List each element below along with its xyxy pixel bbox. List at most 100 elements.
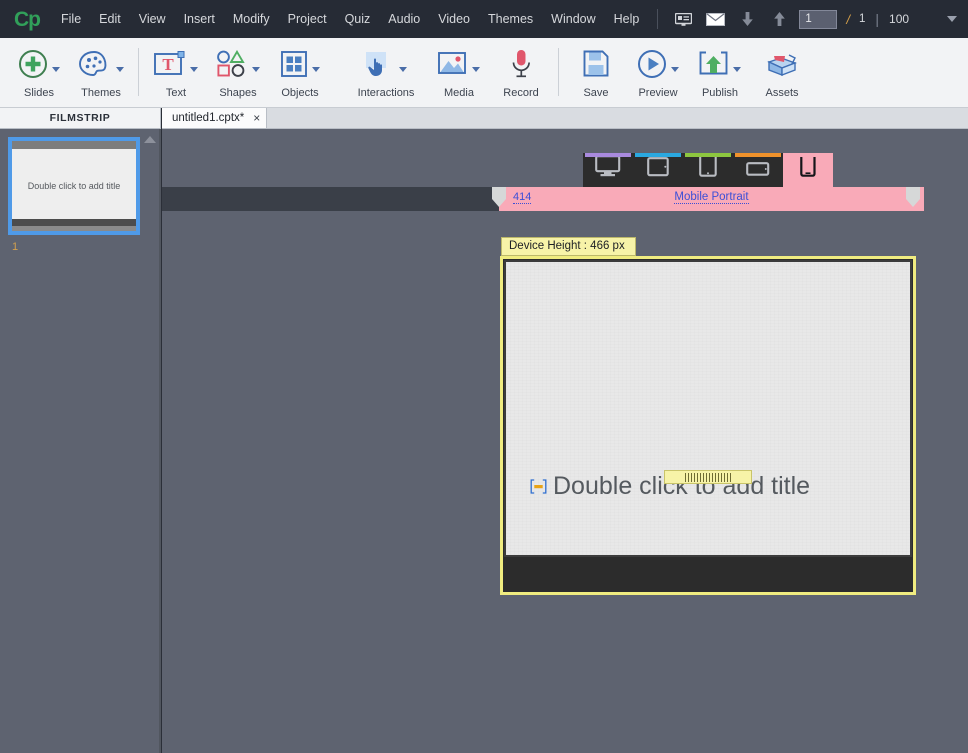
move-up-icon[interactable] [766, 8, 792, 30]
toolbar-label-text: Text [165, 87, 187, 99]
svg-text:T: T [162, 55, 174, 74]
menu-project[interactable]: Project [279, 6, 336, 32]
play-circle-icon [637, 49, 667, 84]
toolbar-label-publish: Publish [701, 87, 739, 99]
text-box-icon: T [154, 50, 186, 82]
menu-divider [657, 9, 659, 29]
tablet-portrait-icon [699, 154, 717, 182]
toolbar-button-slides[interactable]: Slides [8, 44, 70, 99]
resize-grip-icon [685, 472, 731, 482]
menu-help[interactable]: Help [605, 6, 649, 32]
toolbar-button-save[interactable]: Save [565, 44, 627, 99]
menu-insert[interactable]: Insert [175, 6, 224, 32]
toolbar-label-shapes: Shapes [219, 87, 257, 99]
workspace: FILMSTRIP Double click to add title 1 un… [0, 108, 968, 753]
breakpoint-button-desktop[interactable] [583, 153, 633, 187]
breakpoint-switcher [583, 153, 833, 187]
toolbar-button-themes[interactable]: Themes [70, 44, 132, 99]
breakpoint-accent-mobile-landscape [735, 153, 781, 157]
device-height-resize-handle[interactable] [664, 470, 752, 484]
image-icon [438, 51, 468, 82]
menu-themes[interactable]: Themes [479, 6, 542, 32]
slides-chevron-down-icon[interactable] [52, 66, 60, 72]
toolbar-button-publish[interactable]: Publish [689, 44, 751, 99]
filmstrip-right-divider [159, 129, 161, 753]
objects-grid-icon [280, 50, 308, 83]
menu-view[interactable]: View [130, 6, 175, 32]
publish-upload-icon [699, 50, 729, 82]
toolbar-label-objects: Objects [281, 87, 319, 99]
shapes-chevron-down-icon[interactable] [252, 66, 260, 72]
menu-audio[interactable]: Audio [379, 6, 429, 32]
toolbar-button-record[interactable]: Record [490, 44, 552, 99]
thumbnail-top-band [12, 141, 136, 149]
menu-quiz[interactable]: Quiz [336, 6, 380, 32]
toolbar-label-assets: Assets [765, 87, 799, 99]
menu-window[interactable]: Window [542, 6, 604, 32]
palette-icon [78, 50, 112, 83]
list-item[interactable]: Double click to add title 1 [8, 137, 142, 253]
toolbar-divider: | [875, 11, 880, 27]
breakpoint-button-mobile-portrait[interactable] [783, 153, 833, 187]
slide-notes-icon[interactable] [670, 8, 696, 30]
breakpoint-button-tablet-landscape[interactable] [633, 153, 683, 187]
toolbar-button-shapes[interactable]: Shapes [207, 44, 269, 99]
ruler-handle-right[interactable] [906, 187, 920, 207]
slide-number-label: 1 [12, 241, 19, 253]
toolbar-label-slides: Slides [24, 87, 54, 99]
slide-canvas[interactable]: Double click to add title [500, 256, 916, 595]
ruler-handle-left[interactable] [492, 187, 506, 207]
phone-portrait-icon [800, 153, 816, 182]
toolbar-label-save: Save [583, 87, 609, 99]
stage-canvas-area: 414 Mobile Portrait Device Height : 466 … [162, 129, 968, 753]
menu-file[interactable]: File [52, 6, 90, 32]
menu-edit[interactable]: Edit [90, 6, 130, 32]
menu-bar: Cp File Edit View Insert Modify Project … [0, 0, 968, 38]
close-icon[interactable]: × [253, 112, 260, 124]
filmstrip-scroll-up-icon[interactable] [144, 136, 156, 143]
breakpoint-ruler: 414 Mobile Portrait [499, 187, 924, 211]
toolbar-button-media[interactable]: Media [428, 44, 490, 99]
tablet-landscape-icon [647, 157, 669, 182]
main-toolbar: Slides Themes T Text Shapes Objects Inte… [0, 38, 968, 108]
breakpoint-accent-tablet-landscape [635, 153, 681, 157]
toolbar-button-objects[interactable]: Objects [269, 44, 331, 99]
zoom-level-value[interactable]: 100 [889, 12, 909, 26]
toolbar-button-assets[interactable]: Assets [751, 44, 813, 99]
toolbar-button-text[interactable]: T Text [145, 44, 207, 99]
menu-modify[interactable]: Modify [224, 6, 279, 32]
current-slide-input[interactable]: 1 [799, 9, 838, 29]
captivate-logo: Cp [14, 7, 41, 31]
thumbnail-placeholder-text: Double click to add title [27, 181, 121, 191]
slide-canvas-surface[interactable]: Double click to add title [504, 260, 912, 557]
responsive-position-marker-icon [530, 479, 547, 494]
breakpoint-button-mobile-landscape[interactable] [733, 153, 783, 187]
themes-chevron-down-icon[interactable] [116, 66, 124, 72]
move-down-icon[interactable] [734, 8, 760, 30]
text-chevron-down-icon[interactable] [190, 66, 198, 72]
hand-pointer-icon [365, 50, 395, 83]
phone-landscape-icon [746, 161, 770, 182]
zoom-dropdown-chevron-down-icon[interactable] [947, 16, 958, 22]
objects-chevron-down-icon[interactable] [312, 66, 320, 72]
toolbar-label-media: Media [444, 87, 474, 99]
toolbar-label-themes: Themes [81, 87, 121, 99]
plus-circle-icon [18, 49, 48, 84]
preview-chevron-down-icon[interactable] [671, 66, 679, 72]
email-icon[interactable] [702, 8, 728, 30]
slide-thumbnail-1[interactable]: Double click to add title [8, 137, 140, 235]
publish-chevron-down-icon[interactable] [733, 66, 741, 72]
media-chevron-down-icon[interactable] [472, 66, 480, 72]
assets-box-icon [765, 50, 799, 83]
interactions-chevron-down-icon[interactable] [399, 66, 407, 72]
breakpoint-button-tablet-portrait[interactable] [683, 153, 733, 187]
filmstrip-panel: FILMSTRIP Double click to add title 1 [0, 108, 162, 753]
toolbar-button-interactions[interactable]: Interactions [344, 44, 428, 99]
breakpoint-accent-mobile-portrait [785, 153, 831, 157]
tab-untitled1-cptx[interactable]: untitled1.cptx* × [162, 108, 268, 128]
toolbar-button-preview[interactable]: Preview [627, 44, 689, 99]
menu-video[interactable]: Video [429, 6, 479, 32]
total-slides-label: 1 [858, 13, 866, 25]
breakpoint-name-label[interactable]: Mobile Portrait [499, 191, 924, 204]
toolbar-separator-1 [138, 48, 139, 96]
